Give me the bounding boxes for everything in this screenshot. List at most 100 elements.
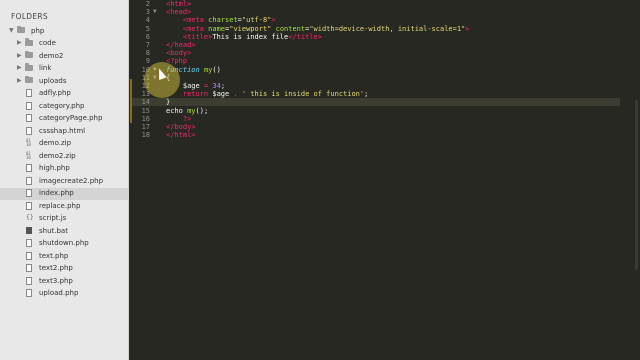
code-token: <html> — [166, 0, 192, 8]
tree-item-label: categoryPage.php — [39, 114, 103, 122]
code-line[interactable]: 15 echo my(); — [130, 107, 620, 115]
code-token: ' this is inside of function' — [241, 90, 365, 99]
folder-icon — [17, 25, 25, 33]
code-token: This is index file — [212, 32, 289, 41]
line-number: 6 — [145, 32, 150, 41]
folder-icon — [25, 75, 33, 83]
tree-item-categorypage-php[interactable]: categoryPage.php — [0, 113, 129, 126]
tree-item-label: text.php — [39, 251, 69, 260]
code-line[interactable]: 3 ▼ <head> — [130, 8, 620, 16]
tree-item-label: link — [39, 64, 52, 72]
js-file-icon: {} — [26, 213, 34, 221]
code-token: ?> — [182, 114, 192, 123]
file-icon — [26, 189, 32, 197]
code-token: content — [275, 24, 306, 33]
tree-item-label: cssshap.html — [39, 126, 86, 135]
code-line[interactable]: 9 <?php — [130, 57, 620, 65]
code-line[interactable]: 13 return $age . ' this is inside of fun… — [130, 90, 620, 98]
tree-item-shutdown-php[interactable]: shutdown.php — [0, 238, 129, 251]
tree-item-label: uploads — [39, 76, 67, 85]
code-token: ; — [364, 90, 369, 99]
tree-item-category-php[interactable]: category.php — [0, 100, 129, 113]
code-line[interactable]: 18 </html> — [130, 131, 620, 139]
tree-item-label: demo2.zip — [39, 151, 76, 160]
tree-item-text2-php[interactable]: text2.php — [0, 263, 129, 276]
code-text: </html> — [166, 131, 196, 139]
code-token: </title> — [288, 32, 322, 41]
code-text: </head> — [166, 41, 196, 49]
code-line[interactable]: 14} — [130, 98, 620, 107]
code-token: my — [187, 106, 196, 115]
code-token: </html> — [166, 131, 196, 140]
tree-item-label: adfly.php — [39, 89, 71, 97]
tree-item-high-php[interactable]: high.php — [0, 163, 129, 176]
code-line[interactable]: 17 </body> — [130, 123, 620, 131]
tree-item-label: text2.php — [39, 264, 73, 272]
tree-folder-php[interactable]: ▼ php — [0, 25, 129, 38]
tree-item-link[interactable]: ▶ link — [0, 63, 129, 76]
chevron-right-icon[interactable]: ▶ — [17, 52, 22, 59]
vertical-scrollbar[interactable] — [635, 100, 638, 270]
code-text: return $age . ' this is inside of functi… — [166, 90, 368, 98]
tree-item-demo2-zip[interactable]: 01 10 demo2.zip — [0, 150, 129, 163]
code-line[interactable]: 12 $age = 34; — [130, 82, 620, 90]
tree-item-label: demo.zip — [39, 139, 72, 147]
code-line[interactable]: 10 ▼ function my() — [130, 66, 620, 74]
code-text: <meta charset="utf-8"> — [166, 16, 276, 24]
code-line[interactable]: 5 <meta name="viewport" content="width=d… — [130, 25, 620, 33]
file-icon — [26, 176, 32, 185]
tree-item-adfly-php[interactable]: adfly.php — [0, 88, 129, 101]
code-token: "viewport" — [229, 24, 272, 33]
chevron-right-icon[interactable]: ▶ — [17, 39, 22, 46]
tree-item-replace-php[interactable]: replace.php — [0, 200, 129, 213]
code-token: <title> — [182, 32, 213, 41]
tree-item-shut-bat[interactable]: shut.bat — [0, 225, 129, 238]
tree-item-code[interactable]: ▶ code — [0, 38, 129, 51]
tree-item-demo2[interactable]: ▶ demo2 — [0, 50, 129, 63]
tree-item-demo-zip[interactable]: 01 10 demo.zip — [0, 138, 129, 151]
code-line[interactable]: 4 <meta charset="utf-8"> — [130, 16, 620, 24]
fold-arrow-icon[interactable]: ▼ — [153, 8, 157, 16]
code-text: echo my(); — [166, 107, 208, 115]
tree-item-label: index.php — [39, 189, 74, 197]
code-line[interactable]: 11 ▼{ — [130, 74, 620, 82]
code-editor[interactable]: 2 <html> 3 ▼ <head> 4 <meta charset="utf-8"> 5… — [130, 0, 640, 360]
tree-item-text-php[interactable]: text.php — [0, 250, 129, 263]
bat-file-icon — [26, 227, 32, 234]
file-icon — [26, 276, 32, 285]
tree-item-label: category.php — [39, 101, 85, 110]
code-line[interactable]: 6 <title>This is index file</title> — [130, 33, 620, 41]
code-token: <head> — [166, 8, 192, 17]
code-token: return — [182, 90, 209, 99]
tree-item-uploads[interactable]: ▶ uploads — [0, 75, 129, 88]
tree-item-label: php — [31, 26, 45, 35]
line-number: 18 — [141, 131, 150, 140]
code-token: name — [208, 24, 226, 33]
chevron-right-icon[interactable]: ▶ — [17, 64, 22, 71]
tree-item-cssshap-html[interactable]: cssshap.html — [0, 125, 129, 138]
code-token: <meta — [182, 16, 204, 25]
chevron-right-icon[interactable]: ▶ — [17, 77, 22, 84]
tree-item-index-php[interactable]: index.php — [0, 187, 129, 200]
code-token: </body> — [166, 123, 196, 131]
code-line[interactable]: 7 </head> — [130, 41, 620, 49]
tree-item-upload-php[interactable]: upload.php — [0, 288, 129, 301]
tree-item-label: upload.php — [39, 289, 79, 297]
code-line[interactable]: 16 ?> — [130, 115, 620, 123]
code-text: <html> — [166, 0, 191, 8]
code-token: > — [271, 16, 276, 25]
folder-icon — [25, 50, 33, 58]
code-line[interactable]: 8 <body> — [130, 49, 620, 57]
tree-item-script-js[interactable]: {} script.js — [0, 213, 129, 226]
code-token: "width=device-width, initial-scale=1" — [309, 24, 466, 33]
chevron-down-icon[interactable]: ▼ — [9, 27, 14, 34]
file-icon — [26, 264, 32, 272]
tree-item-text3-php[interactable]: text3.php — [0, 275, 129, 288]
line-number: 16 — [141, 114, 150, 123]
tree-item-imagecreate2-php[interactable]: imagecreate2.php — [0, 175, 129, 188]
file-icon — [26, 251, 32, 260]
code-line[interactable]: 2 <html> — [130, 0, 620, 8]
